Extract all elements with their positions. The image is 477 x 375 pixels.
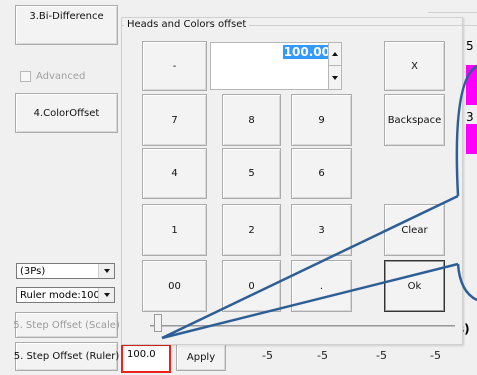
callout-arc [456,263,477,302]
callout-arc [455,64,477,197]
callout-line [161,262,459,340]
zoom-callout-overlay [161,64,477,340]
callout-line [161,194,459,340]
